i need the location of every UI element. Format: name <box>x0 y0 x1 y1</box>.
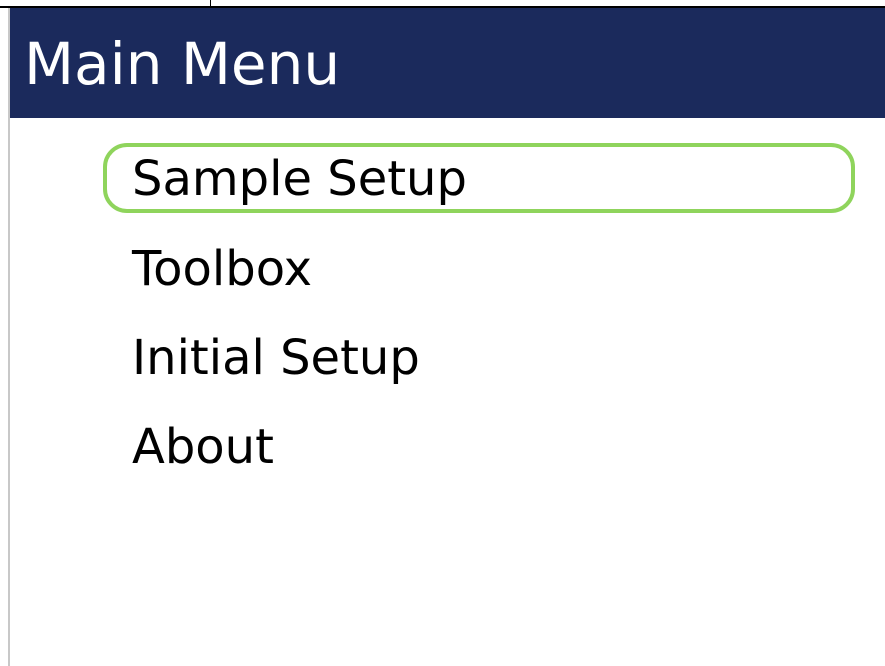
menu-item-about[interactable]: About <box>132 412 274 482</box>
main-menu-screen: Main Menu Sample Setup Toolbox Initial S… <box>0 0 885 666</box>
menu-item-initial-setup[interactable]: Initial Setup <box>132 323 420 393</box>
menu-item-toolbox[interactable]: Toolbox <box>132 234 312 304</box>
menu-item-sample-setup[interactable]: Sample Setup <box>132 144 467 214</box>
menu-list: Sample Setup Toolbox Initial Setup About <box>0 0 885 666</box>
